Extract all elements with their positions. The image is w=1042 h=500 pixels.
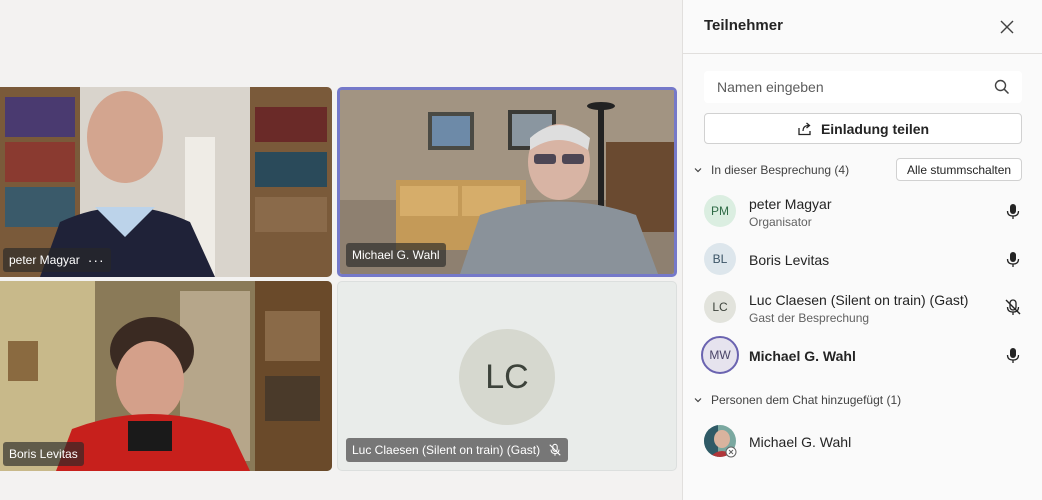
mic-off-icon xyxy=(549,443,561,456)
participant-name: Boris Levitas xyxy=(9,447,78,461)
participant-name: Michael G. Wahl xyxy=(749,348,856,364)
panel-header: Teilnehmer xyxy=(683,0,1042,54)
participant-name: Michael G. Wahl xyxy=(749,434,852,450)
participant-row[interactable]: LC Luc Claesen (Silent on train) (Gast) … xyxy=(683,286,1042,332)
participant-name: Michael G. Wahl xyxy=(352,248,440,262)
mic-icon[interactable] xyxy=(1003,201,1023,221)
avatar: PM xyxy=(704,195,736,227)
video-tile-peter-magyar[interactable]: peter Magyar ··· xyxy=(0,87,332,277)
video-tile-boris-levitas[interactable]: Boris Levitas xyxy=(0,281,332,471)
video-stage: peter Magyar ··· Michael G. Wahl Boris L… xyxy=(0,0,682,500)
close-button[interactable] xyxy=(996,16,1018,38)
participant-name-chip: Michael G. Wahl xyxy=(346,243,446,267)
avatar: LC xyxy=(459,329,555,425)
participant-name: Luc Claesen (Silent on train) (Gast) xyxy=(352,443,541,457)
participants-panel: Teilnehmer Einladung teilen In dieser Be… xyxy=(682,0,1042,500)
mic-icon[interactable] xyxy=(1003,249,1023,269)
section-label: Personen dem Chat hinzugefügt (1) xyxy=(711,393,902,407)
participant-name-chip: Boris Levitas xyxy=(3,442,84,466)
chat-participant-row[interactable]: Michael G. Wahl xyxy=(683,420,1042,466)
chevron-down-icon xyxy=(694,168,702,173)
participant-role: Gast der Besprechung xyxy=(749,311,870,325)
chevron-down-icon xyxy=(694,398,702,403)
section-in-meeting-toggle[interactable]: In dieser Besprechung (4) xyxy=(693,163,849,177)
participant-name: Luc Claesen (Silent on train) (Gast) xyxy=(749,292,969,308)
avatar: BL xyxy=(704,243,736,275)
participant-row[interactable]: MW Michael G. Wahl xyxy=(683,334,1042,380)
share-invite-label: Einladung teilen xyxy=(820,120,930,137)
search-input[interactable] xyxy=(704,71,974,103)
avatar xyxy=(704,425,737,458)
participant-name: peter Magyar xyxy=(9,253,80,267)
share-icon xyxy=(798,122,811,135)
close-icon xyxy=(1000,20,1014,34)
avatar: LC xyxy=(704,291,736,323)
participant-row[interactable]: BL Boris Levitas xyxy=(683,238,1042,284)
participant-name-chip: peter Magyar ··· xyxy=(3,248,111,272)
participant-name-chip: Luc Claesen (Silent on train) (Gast) xyxy=(346,438,569,462)
search-box xyxy=(704,71,1022,103)
section-chat-toggle[interactable]: Personen dem Chat hinzugefügt (1) xyxy=(693,393,901,407)
share-invite-button[interactable]: Einladung teilen xyxy=(704,113,1022,144)
video-tile-michael-wahl[interactable]: Michael G. Wahl xyxy=(337,87,677,277)
search-icon[interactable] xyxy=(994,79,1010,95)
section-label: In dieser Besprechung (4) xyxy=(711,163,850,177)
mic-off-icon[interactable] xyxy=(1003,297,1023,317)
panel-title: Teilnehmer xyxy=(704,17,783,34)
mic-icon[interactable] xyxy=(1003,345,1023,365)
participant-name: Boris Levitas xyxy=(749,252,830,268)
video-tile-luc-claesen[interactable]: LC Luc Claesen (Silent on train) (Gast) xyxy=(337,281,677,471)
participant-name: peter Magyar xyxy=(749,196,832,212)
mute-all-button[interactable]: Alle stummschalten xyxy=(896,158,1023,181)
avatar: MW xyxy=(701,336,739,374)
more-options-icon[interactable]: ··· xyxy=(88,253,105,267)
participant-row[interactable]: PM peter Magyar Organisator xyxy=(683,190,1042,236)
participant-role: Organisator xyxy=(749,215,812,229)
